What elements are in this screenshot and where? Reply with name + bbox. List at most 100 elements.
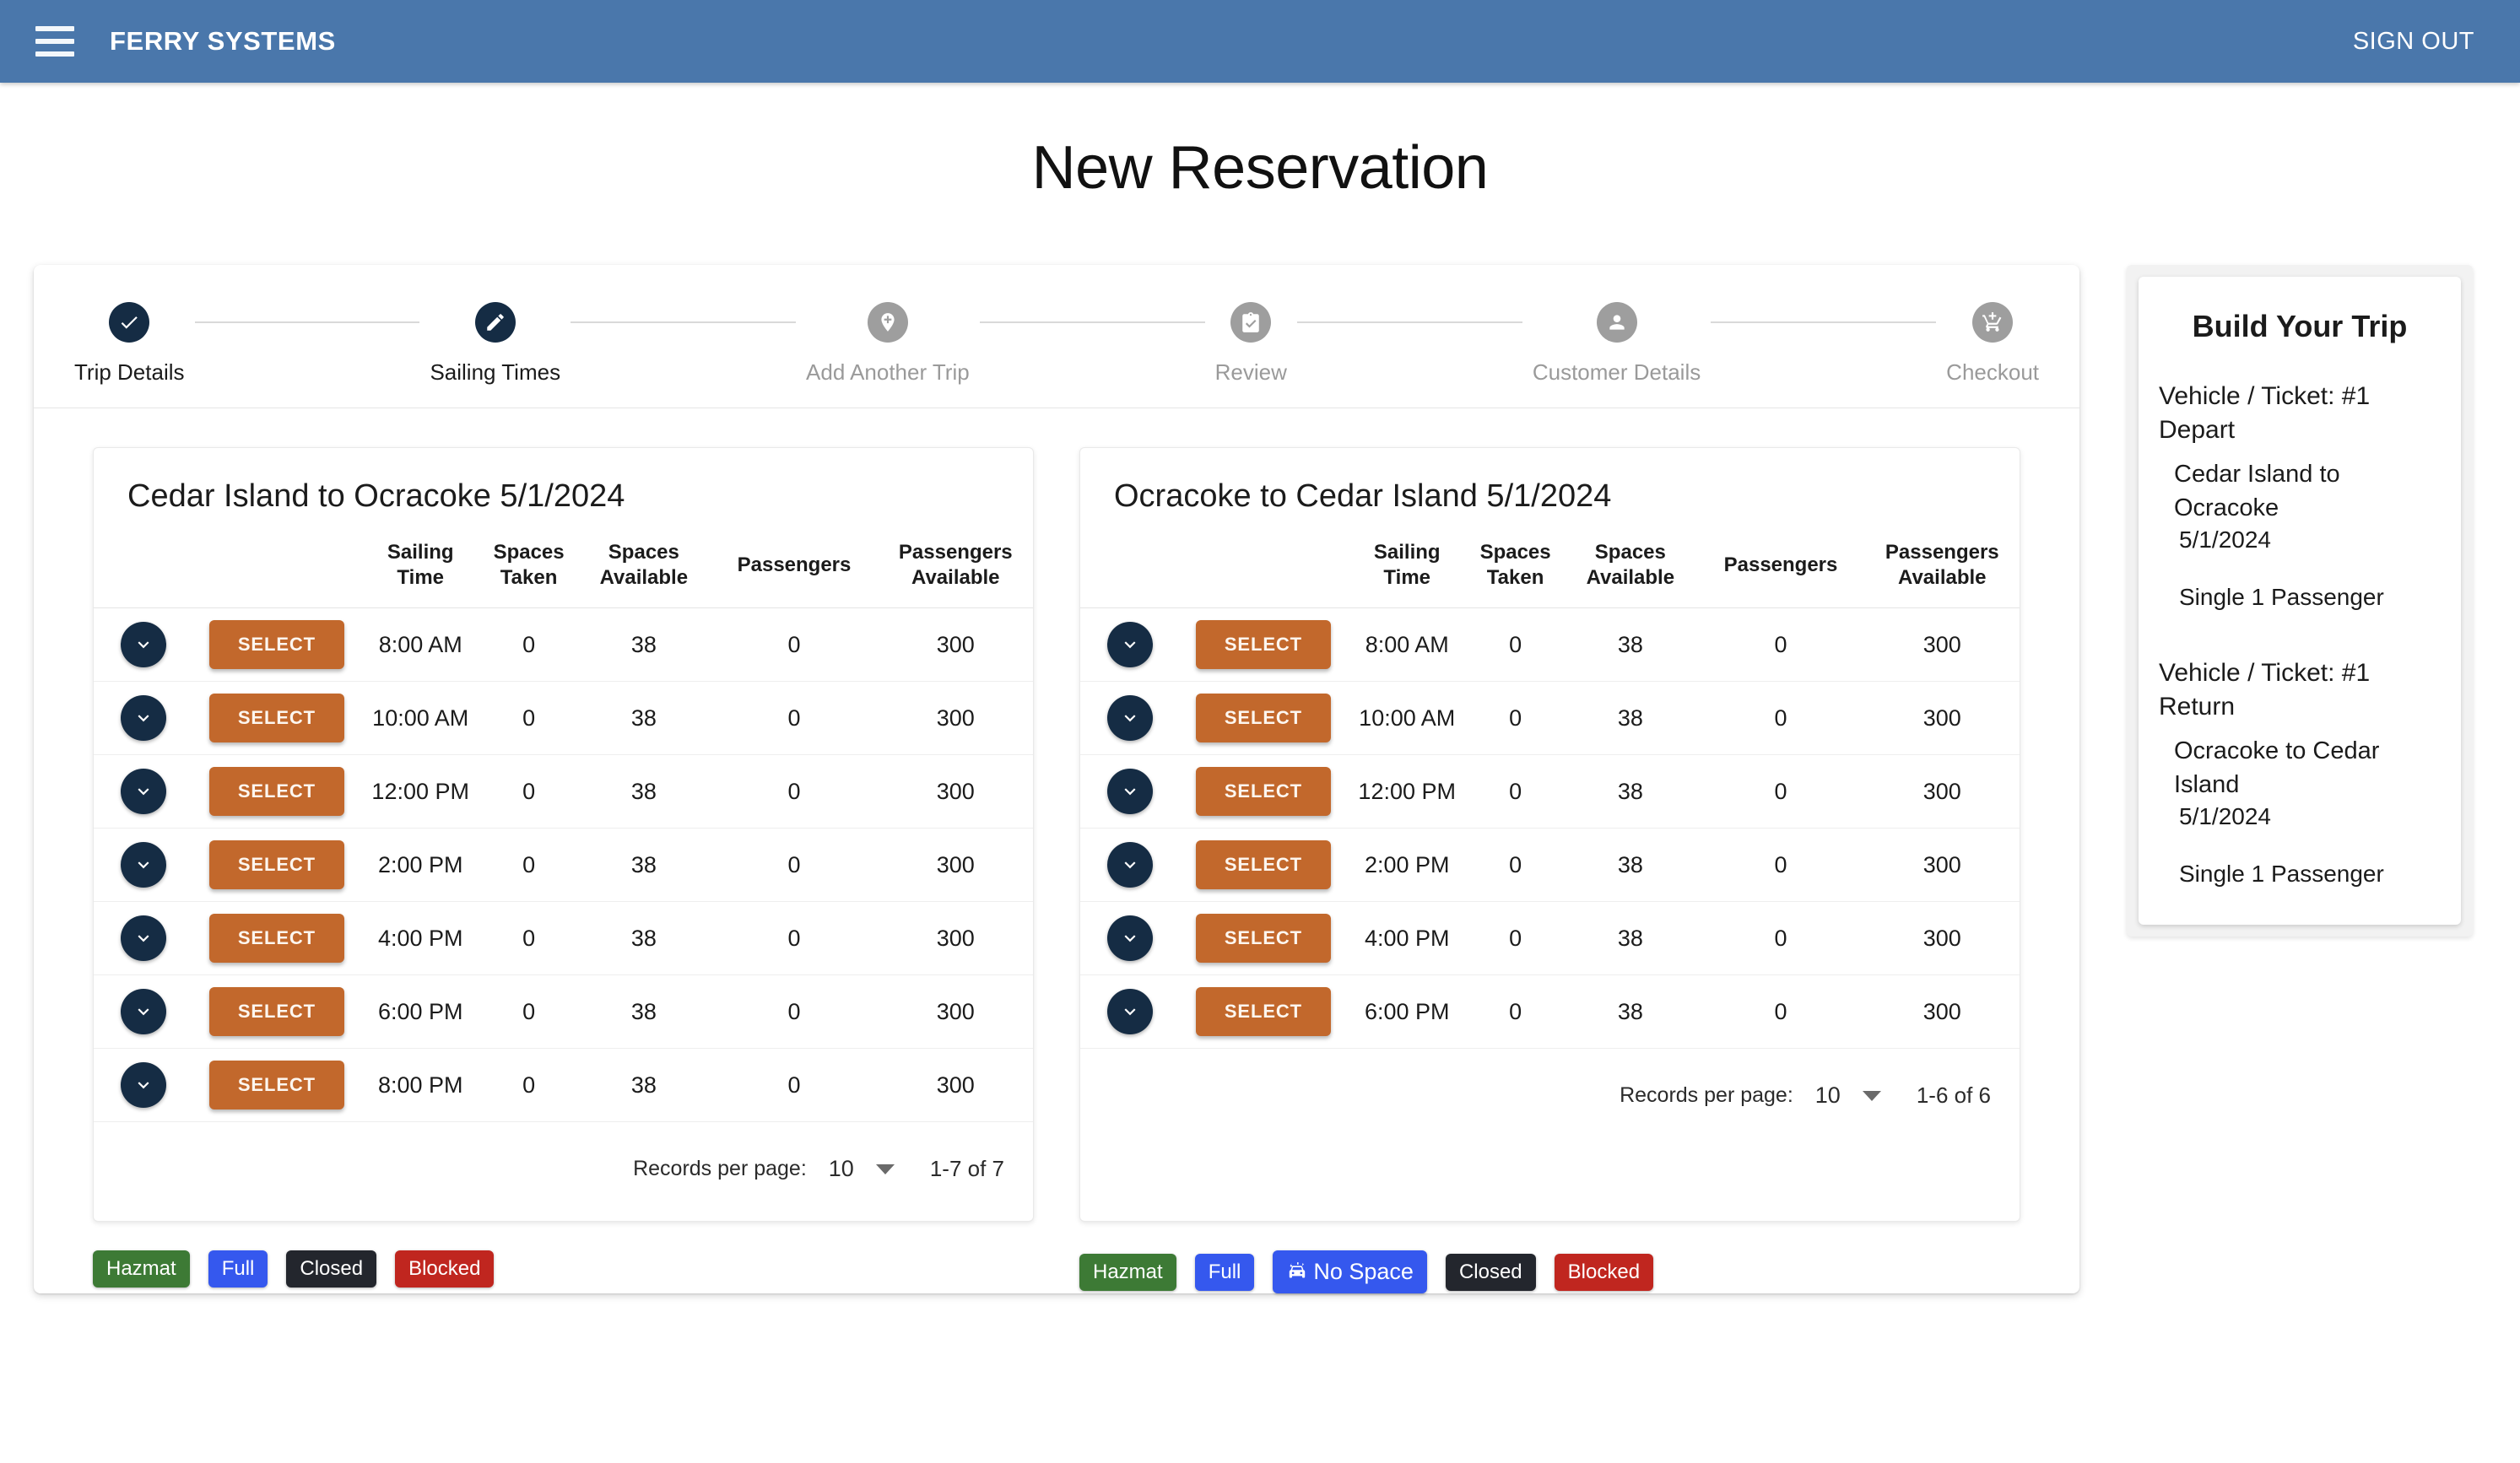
select-sailing-button[interactable]: SELECT [1196,914,1331,963]
hamburger-menu-icon[interactable] [35,26,74,57]
legend-chip-hazmat[interactable]: Hazmat [1079,1254,1176,1291]
table-row: SELECT10:00 AM0380300 [1080,682,2020,755]
table-row: SELECT2:00 PM0380300 [94,829,1033,902]
step-customer-details[interactable]: Customer Details [1533,302,1701,386]
passengers-cell: 0 [710,829,878,902]
spaces-available-cell: 38 [577,902,710,975]
step-label: Review [1215,359,1287,386]
spaces-taken-cell: 0 [1467,902,1564,975]
expand-row-button[interactable] [121,769,166,814]
paginator: Records per page:101-6 of 6 [1080,1048,2020,1147]
page-size-select[interactable]: 10 [1815,1082,1881,1109]
legend-chip-label: Closed [1459,1261,1522,1284]
column-header-spaces-available: Spaces Available [1564,533,1696,608]
select-sailing-button[interactable]: SELECT [1196,767,1331,816]
select-cell: SELECT [1179,755,1347,829]
add-location-icon [868,302,908,343]
legend-chip-hazmat[interactable]: Hazmat [93,1250,190,1288]
step-review[interactable]: Review [1215,302,1287,386]
legend-column: Hazmat Full Closed Blocked [93,1232,1034,1293]
column-header-passengers: Passengers [1696,533,1864,608]
expand-row-button[interactable] [121,695,166,741]
select-cell: SELECT [192,755,360,829]
page-range-label: 1-6 of 6 [1917,1082,1991,1109]
legend-chip-label: Closed [300,1257,363,1281]
step-trip-details[interactable]: Trip Details [74,302,185,386]
expand-row-button[interactable] [121,989,166,1034]
passengers-available-cell: 300 [1865,902,2020,975]
legend-chip-full[interactable]: Full [208,1250,268,1288]
sailing-time-cell: 2:00 PM [1347,829,1466,902]
select-sailing-button[interactable]: SELECT [209,694,344,742]
step-sailing-times[interactable]: Sailing Times [430,302,560,386]
step-connector [560,302,806,323]
select-sailing-button[interactable]: SELECT [209,620,344,669]
select-sailing-button[interactable]: SELECT [209,840,344,889]
expand-row-button[interactable] [1107,842,1153,888]
expand-row-button[interactable] [121,842,166,888]
spaces-available-cell: 38 [577,975,710,1049]
select-sailing-button[interactable]: SELECT [209,914,344,963]
select-cell: SELECT [192,829,360,902]
passengers-available-cell: 300 [1865,608,2020,682]
trip-segment-heading: Vehicle / Ticket: #1 Depart [2159,380,2441,446]
expand-row-button[interactable] [1107,769,1153,814]
select-sailing-button[interactable]: SELECT [1196,987,1331,1036]
expand-row-button[interactable] [121,915,166,961]
expand-cell [94,829,192,902]
select-cell: SELECT [192,682,360,755]
step-label: Checkout [1946,359,2039,386]
column-header-sailing-time: Sailing Time [360,533,479,608]
select-sailing-button[interactable]: SELECT [209,987,344,1036]
legend-chip-blocked[interactable]: Blocked [1555,1254,1653,1291]
chevron-down-icon [1863,1091,1881,1101]
pencil-icon [475,302,516,343]
expand-row-button[interactable] [121,622,166,667]
column-header-passengers-available: Passengers Available [1865,533,2020,608]
expand-row-button[interactable] [1107,989,1153,1034]
passengers-available-cell: 300 [879,902,1033,975]
expand-row-button[interactable] [1107,622,1153,667]
legend-chip-full[interactable]: Full [1195,1254,1255,1291]
legend: Hazmat Full Closed Blocked [93,1232,1034,1288]
sailing-time-cell: 2:00 PM [360,829,479,902]
spaces-taken-cell: 0 [1467,682,1564,755]
step-label: Customer Details [1533,359,1701,386]
step-add-another-trip[interactable]: Add Another Trip [806,302,970,386]
step-checkout[interactable]: Checkout [1946,302,2039,386]
sailing-time-cell: 8:00 AM [1347,608,1466,682]
expand-row-button[interactable] [1107,695,1153,741]
legend-chip-blocked[interactable]: Blocked [395,1250,494,1288]
spaces-taken-cell: 0 [1467,975,1564,1049]
passengers-available-cell: 300 [1865,975,2020,1049]
legend-chip-closed[interactable]: Closed [286,1250,376,1288]
legend-row: Hazmat Full Closed Blocked Hazmat Full No Spac… [34,1222,2079,1293]
select-sailing-button[interactable]: SELECT [1196,620,1331,669]
select-sailing-button[interactable]: SELECT [1196,694,1331,742]
expand-row-button[interactable] [1107,915,1153,961]
page-size-select[interactable]: 10 [829,1156,895,1182]
spaces-available-cell: 38 [577,682,710,755]
legend-chip-nospace[interactable]: No Space [1273,1250,1427,1293]
passengers-cell: 0 [1696,755,1864,829]
sign-out-button[interactable]: SIGN OUT [2353,28,2485,56]
table-row: SELECT6:00 PM0380300 [1080,975,2020,1049]
trip-segment-heading: Vehicle / Ticket: #1 Return [2159,656,2441,723]
expand-cell [94,755,192,829]
column-header-spaces-taken: Spaces Taken [480,533,577,608]
passengers-available-cell: 300 [879,755,1033,829]
select-sailing-button[interactable]: SELECT [209,767,344,816]
select-sailing-button[interactable]: SELECT [1196,840,1331,889]
passengers-cell: 0 [1696,975,1864,1049]
passengers-available-cell: 300 [1865,829,2020,902]
passengers-cell: 0 [1696,902,1864,975]
select-sailing-button[interactable]: SELECT [209,1061,344,1109]
step-label: Add Another Trip [806,359,970,386]
spaces-available-cell: 38 [1564,682,1696,755]
car-crash-icon [1286,1261,1308,1283]
legend-chip-label: Blocked [408,1257,480,1281]
expand-row-button[interactable] [121,1062,166,1108]
sailing-time-cell: 4:00 PM [1347,902,1466,975]
spaces-taken-cell: 0 [480,608,577,682]
legend-chip-closed[interactable]: Closed [1446,1254,1536,1291]
